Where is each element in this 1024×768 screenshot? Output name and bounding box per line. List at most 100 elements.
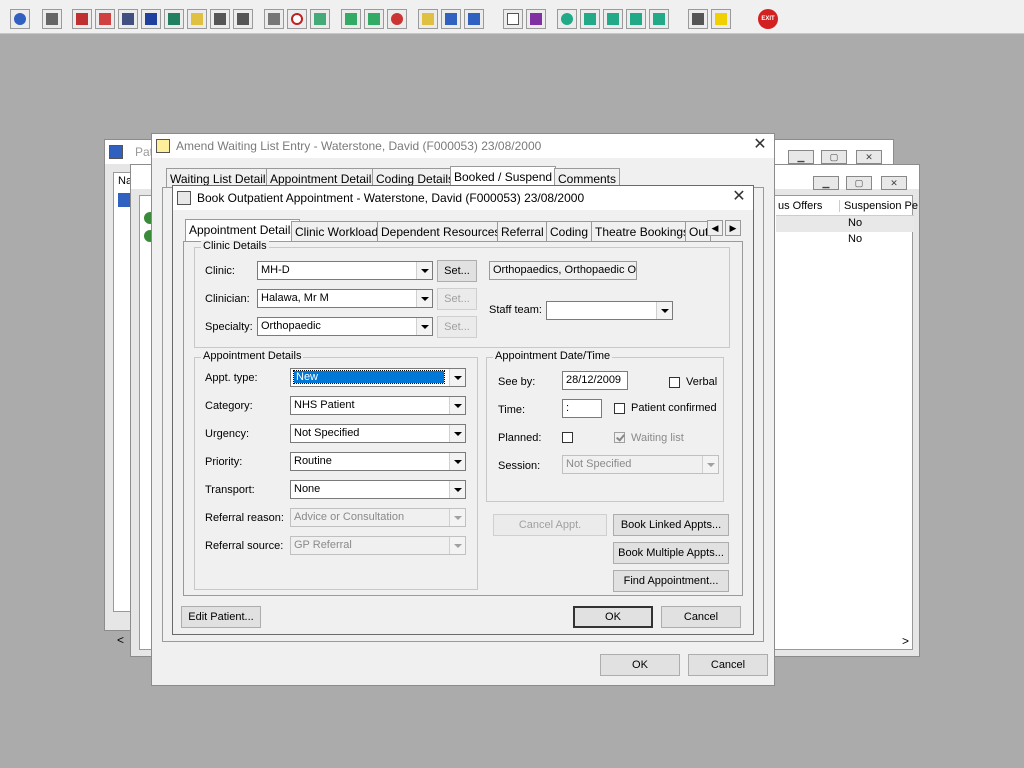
- clinician-value: Halawa, Mr M: [261, 292, 329, 304]
- specialty-set-button[interactable]: Set...: [437, 316, 477, 338]
- clock-icon[interactable]: [287, 9, 307, 29]
- mail-icon[interactable]: [141, 9, 161, 29]
- scroll-left-icon[interactable]: <: [117, 633, 124, 647]
- chevron-down-icon[interactable]: [416, 318, 432, 335]
- globe-icon[interactable]: [557, 9, 577, 29]
- form-icon[interactable]: [418, 9, 438, 29]
- tab-clinic-workload[interactable]: Clinic Workload: [291, 221, 383, 241]
- chevron-down-icon[interactable]: [449, 481, 465, 498]
- appointment-datetime-title: Appointment Date/Time: [493, 350, 613, 362]
- close-icon[interactable]: ✕: [881, 176, 907, 190]
- document-icon[interactable]: [503, 9, 523, 29]
- clinic-set-button[interactable]: Set...: [437, 260, 477, 282]
- referral-reason-combo[interactable]: Advice or Consultation: [290, 508, 466, 527]
- restore-icon[interactable]: ▢: [821, 150, 847, 164]
- chevron-down-icon[interactable]: [416, 290, 432, 307]
- download-icon[interactable]: [603, 9, 623, 29]
- tab-scroll-left-icon[interactable]: ◀: [707, 220, 723, 236]
- warning-icon[interactable]: [711, 9, 731, 29]
- bar-chart-icon[interactable]: [526, 9, 546, 29]
- clinic-combo[interactable]: MH-D: [257, 261, 433, 280]
- cancel-appt-button[interactable]: Cancel Appt.: [493, 514, 607, 536]
- swap-icon[interactable]: [688, 9, 708, 29]
- tab-referral[interactable]: Referral: [497, 221, 548, 241]
- chevron-down-icon[interactable]: [449, 397, 465, 414]
- cancel-button[interactable]: Cancel: [661, 606, 741, 628]
- see-by-field[interactable]: 28/12/2009: [562, 371, 628, 390]
- urgency-value: Not Specified: [294, 427, 360, 439]
- staff-team-combo[interactable]: [546, 301, 673, 320]
- printer-icon[interactable]: [42, 9, 62, 29]
- find-appointment-button[interactable]: Find Appointment...: [613, 570, 729, 592]
- chevron-down-icon[interactable]: [702, 456, 718, 473]
- book-multiple-appts-button[interactable]: Book Multiple Appts...: [613, 542, 729, 564]
- network-icon[interactable]: [580, 9, 600, 29]
- close-icon[interactable]: ✕: [750, 136, 770, 156]
- tab-theatre-bookings[interactable]: Theatre Bookings: [591, 221, 694, 241]
- specialty-combo[interactable]: Orthopaedic: [257, 317, 433, 336]
- chart-window-icon[interactable]: [341, 9, 361, 29]
- staff-team-label: Staff team:: [489, 304, 542, 316]
- monitor-icon[interactable]: [310, 9, 330, 29]
- planned-checkbox[interactable]: [562, 432, 573, 443]
- clinic-description: Orthopaedics, Orthopaedic OP: [489, 261, 637, 280]
- scanner-icon[interactable]: [264, 9, 284, 29]
- amend-cancel-button[interactable]: Cancel: [688, 654, 768, 676]
- minimize-icon[interactable]: ▁: [788, 150, 814, 164]
- chevron-down-icon[interactable]: [449, 509, 465, 526]
- scroll-right-icon[interactable]: >: [902, 634, 909, 648]
- clinician-label: Clinician:: [205, 293, 250, 305]
- session-combo[interactable]: Not Specified: [562, 455, 719, 474]
- category-combo[interactable]: NHS Patient: [290, 396, 466, 415]
- time-field[interactable]: :: [562, 399, 602, 418]
- patient-confirmed-checkbox[interactable]: [614, 403, 625, 414]
- amend-dialog-titlebar: Amend Waiting List Entry - Waterstone, D…: [152, 134, 774, 158]
- patient-confirmed-label: Patient confirmed: [631, 402, 717, 414]
- chevron-down-icon[interactable]: [449, 453, 465, 470]
- minimize-icon[interactable]: ▁: [813, 176, 839, 190]
- chevron-down-icon[interactable]: [449, 537, 465, 554]
- waiting-list-checkbox[interactable]: [614, 432, 625, 443]
- tab-scroll-right-icon[interactable]: ▶: [725, 220, 741, 236]
- urgency-combo[interactable]: Not Specified: [290, 424, 466, 443]
- edit-book-icon[interactable]: [95, 9, 115, 29]
- amend-ok-button[interactable]: OK: [600, 654, 680, 676]
- clinician-combo[interactable]: Halawa, Mr M: [257, 289, 433, 308]
- close-icon[interactable]: ✕: [856, 150, 882, 164]
- priority-combo[interactable]: Routine: [290, 452, 466, 471]
- transport-combo[interactable]: None: [290, 480, 466, 499]
- tab-appointment-details[interactable]: Appointment Details: [185, 219, 301, 241]
- transport-icon[interactable]: [233, 9, 253, 29]
- notes-icon[interactable]: [187, 9, 207, 29]
- ok-button[interactable]: OK: [573, 606, 653, 628]
- book-icon[interactable]: [72, 9, 92, 29]
- chevron-down-icon[interactable]: [449, 369, 465, 386]
- patient-icon[interactable]: [10, 9, 30, 29]
- chevron-down-icon[interactable]: [656, 302, 672, 319]
- table-row[interactable]: No: [776, 232, 914, 248]
- book-linked-appts-button[interactable]: Book Linked Appts...: [613, 514, 729, 536]
- exit-icon[interactable]: EXIT: [758, 9, 778, 29]
- doctor-icon[interactable]: [164, 9, 184, 29]
- patient-window-icon: [109, 145, 123, 159]
- sync-icon[interactable]: [649, 9, 669, 29]
- target-icon[interactable]: [387, 9, 407, 29]
- referral-source-combo[interactable]: GP Referral: [290, 536, 466, 555]
- list-window-icon[interactable]: [364, 9, 384, 29]
- ambulance-icon[interactable]: [210, 9, 230, 29]
- chevron-down-icon[interactable]: [416, 262, 432, 279]
- theatre-icon[interactable]: [464, 9, 484, 29]
- clinician-set-button[interactable]: Set...: [437, 288, 477, 310]
- screen-icon[interactable]: [118, 9, 138, 29]
- tab-coding[interactable]: Coding: [546, 221, 593, 241]
- close-icon[interactable]: ✕: [729, 188, 749, 208]
- chevron-down-icon[interactable]: [449, 425, 465, 442]
- transfer-icon[interactable]: [626, 9, 646, 29]
- edit-patient-button[interactable]: Edit Patient...: [181, 606, 261, 628]
- table-row[interactable]: No: [776, 216, 914, 232]
- restore-icon[interactable]: ▢: [846, 176, 872, 190]
- verbal-checkbox[interactable]: [669, 377, 680, 388]
- bed-icon[interactable]: [441, 9, 461, 29]
- tab-dependent-resources[interactable]: Dependent Resources: [377, 221, 505, 241]
- appt-type-combo[interactable]: New: [290, 368, 466, 387]
